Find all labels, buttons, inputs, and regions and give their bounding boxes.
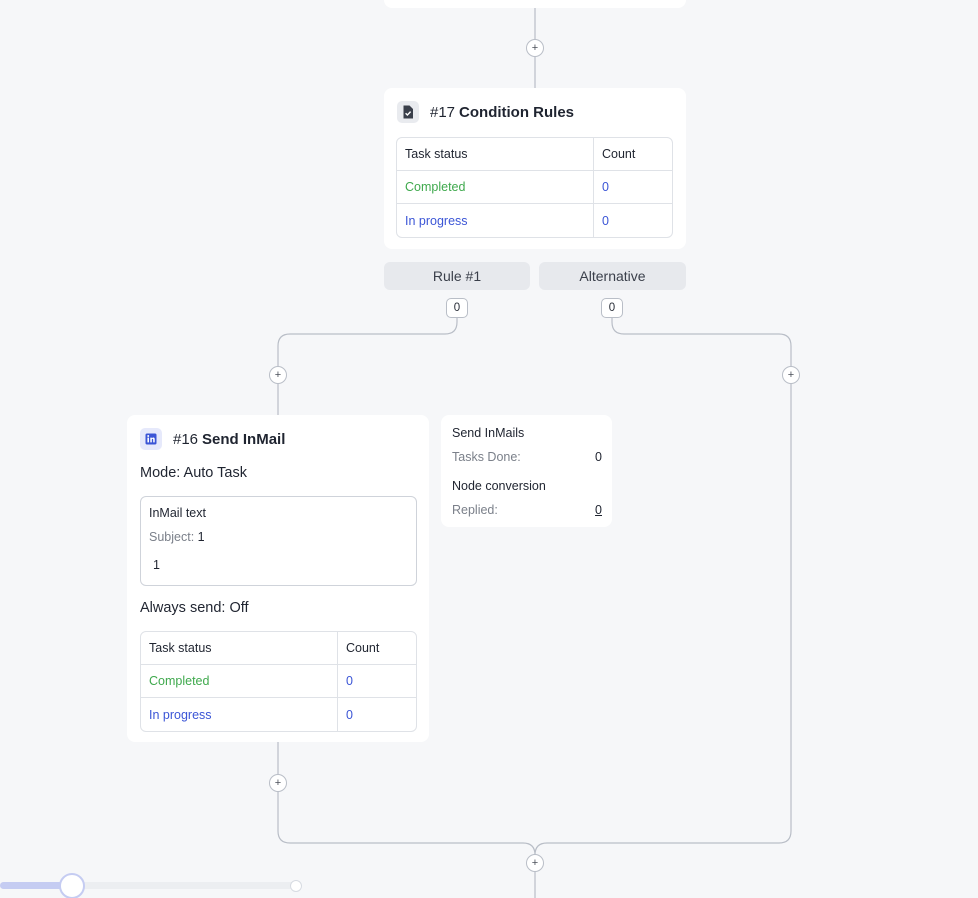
add-step-button-rule-branch[interactable]: + [269, 366, 287, 384]
rule-1-branch-tab[interactable]: Rule #1 [384, 262, 530, 290]
task-status-table: Task status Count Completed 0 In progres… [140, 631, 417, 732]
send-inmails-title: Send InMails [452, 426, 525, 440]
always-send-label: Always send: [140, 600, 230, 616]
document-check-icon [397, 101, 419, 123]
table-header-cell: Count [594, 138, 672, 171]
mode-line: Mode: Auto Task [140, 465, 247, 481]
condition-rules-node[interactable]: #17 Condition Rules Task status Count Co… [384, 88, 686, 249]
status-completed: Completed [141, 665, 338, 698]
node-name: Send InMail [202, 430, 286, 448]
inmail-text-title: InMail text [149, 506, 206, 520]
inmail-body: 1 [153, 558, 160, 572]
node-stats-panel: Send InMails Tasks Done: 0 Node conversi… [441, 415, 612, 527]
table-header-cell: Task status [141, 632, 338, 665]
count-in-progress[interactable]: 0 [338, 698, 416, 731]
inmail-text-box[interactable]: InMail text Subject: 1 1 [140, 496, 417, 586]
zoom-slider-thumb[interactable] [59, 873, 85, 898]
previous-node-card[interactable] [384, 0, 686, 8]
replied-value-link[interactable]: 0 [595, 503, 602, 517]
table-header-row: Task status Count [397, 138, 672, 171]
linkedin-icon [140, 428, 162, 450]
tasks-done-value: 0 [595, 450, 602, 464]
add-step-button-after-merge[interactable]: + [526, 854, 544, 872]
table-row: In progress 0 [141, 698, 416, 731]
status-in-progress: In progress [397, 204, 594, 237]
status-completed: Completed [397, 171, 594, 204]
table-header-row: Task status Count [141, 632, 416, 665]
table-header-cell: Count [338, 632, 416, 665]
mode-value: Auto Task [183, 465, 247, 481]
node-name: Condition Rules [459, 103, 575, 121]
add-step-button-alternative-branch[interactable]: + [782, 366, 800, 384]
table-row: In progress 0 [397, 204, 672, 237]
node-title: #16 Send InMail [140, 428, 285, 450]
node-number: #16 [173, 430, 199, 448]
status-in-progress: In progress [141, 698, 338, 731]
task-status-table: Task status Count Completed 0 In progres… [396, 137, 673, 238]
add-step-button-after-inmail[interactable]: + [269, 774, 287, 792]
alternative-branch-tab[interactable]: Alternative [539, 262, 686, 290]
count-completed[interactable]: 0 [594, 171, 672, 204]
node-title: #17 Condition Rules [397, 101, 574, 123]
always-send-value: Off [229, 600, 249, 616]
mode-label: Mode: [140, 465, 184, 481]
table-row: Completed 0 [141, 665, 416, 698]
always-send-line: Always send: Off [140, 600, 249, 616]
node-number: #17 [430, 103, 456, 121]
add-step-button[interactable]: + [526, 39, 544, 57]
workflow-canvas[interactable]: + + + + + #17 Condition Rules Task statu… [0, 0, 978, 898]
count-in-progress[interactable]: 0 [594, 204, 672, 237]
zoom-slider-end [290, 880, 302, 892]
node-conversion-title: Node conversion [452, 479, 546, 493]
subject-label: Subject: [149, 530, 198, 544]
subject-line: Subject: 1 [149, 530, 205, 544]
rule-1-counter[interactable]: 0 [446, 298, 468, 318]
alternative-counter[interactable]: 0 [601, 298, 623, 318]
table-header-cell: Task status [397, 138, 594, 171]
replied-label: Replied: [452, 503, 498, 517]
table-row: Completed 0 [397, 171, 672, 204]
subject-value: 1 [197, 530, 205, 544]
count-completed[interactable]: 0 [338, 665, 416, 698]
tasks-done-label: Tasks Done: [452, 450, 521, 464]
